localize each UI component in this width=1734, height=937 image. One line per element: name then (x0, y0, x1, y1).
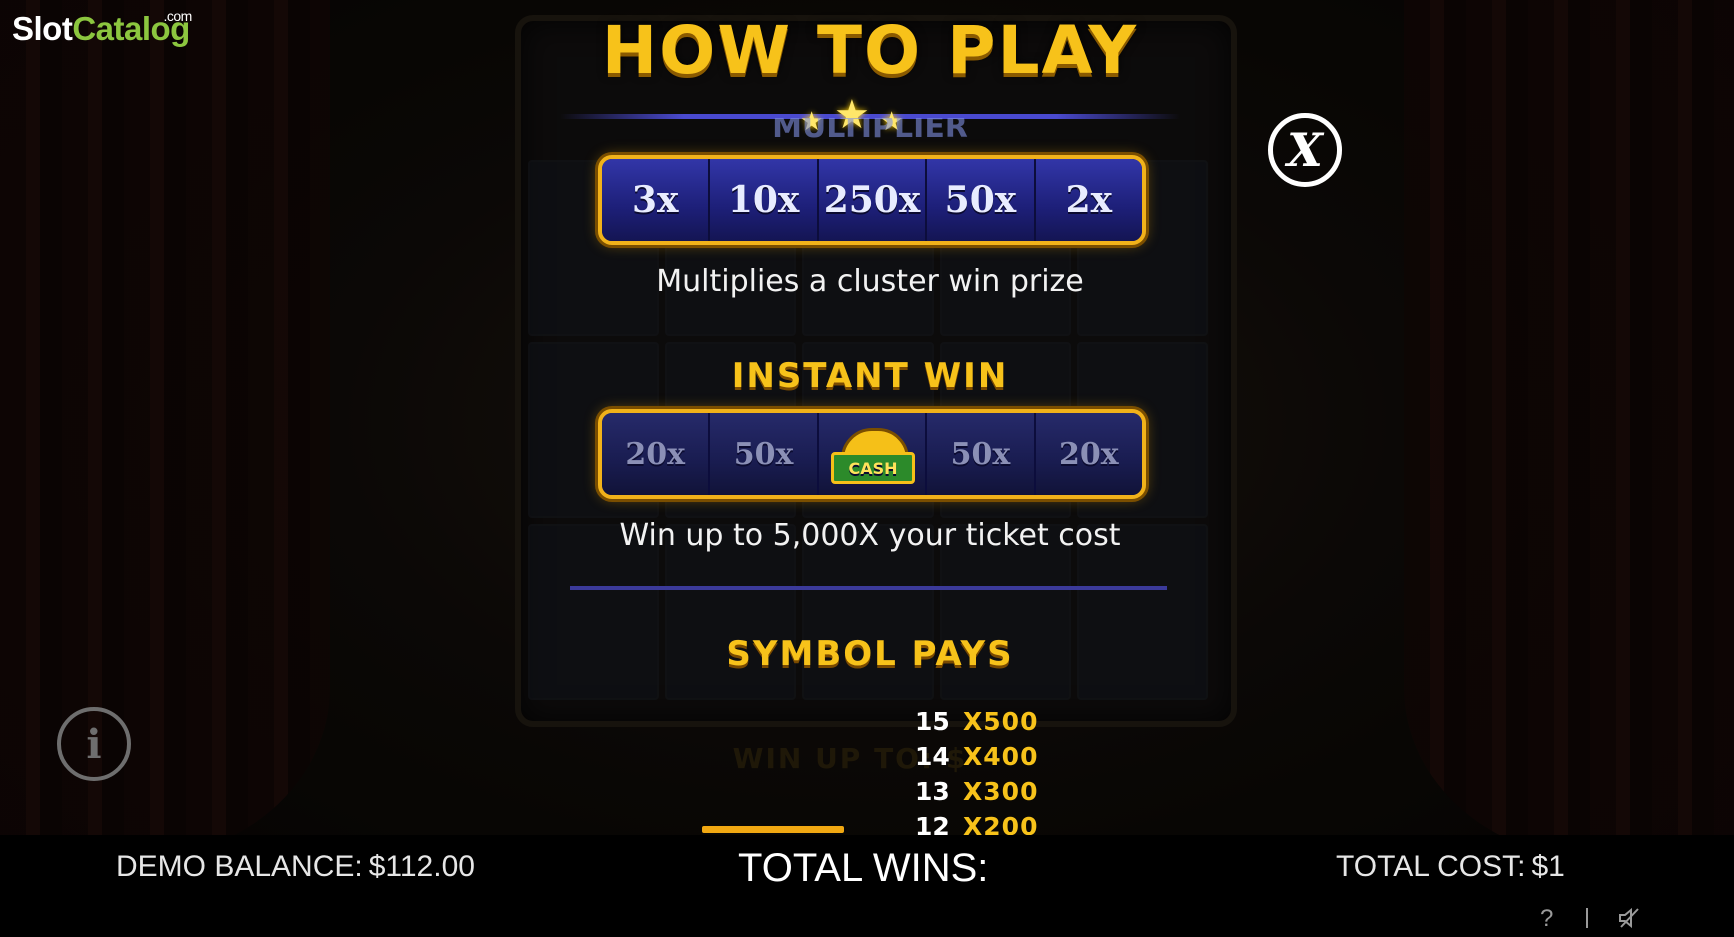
multiplier-strip: 3x 10x 250x 50x 2x (598, 155, 1146, 245)
symbol-pays-bar (702, 826, 844, 833)
multiplier-section-title: MULTIPLIER (772, 118, 968, 138)
pay-count: 15 (915, 707, 950, 736)
slotcatalog-logo: SlotCatalog .com (12, 8, 192, 47)
instant-win-cell: 50x (710, 413, 819, 495)
multiplier-cell: 250x (818, 159, 928, 241)
info-icon: i (86, 720, 102, 768)
pay-row: 14 X400 (915, 739, 1075, 774)
sound-muted-icon[interactable] (1618, 906, 1640, 930)
instant-win-title: INSTANT WIN (731, 356, 1009, 396)
instant-win-strip: 20x 50x CASH 50x 20x (598, 409, 1146, 499)
help-icon[interactable]: ? (1540, 905, 1553, 933)
total-wins-label: TOTAL WINS: (738, 846, 989, 890)
multiplier-cell: 2x (1035, 159, 1142, 241)
instant-win-cell: 20x (602, 413, 711, 495)
pay-count: 14 (915, 742, 950, 771)
pay-multiplier: X300 (963, 777, 1039, 806)
demo-balance-label: DEMO BALANCE: (116, 850, 363, 883)
multiplier-cell: 10x (710, 159, 819, 241)
pay-count: 13 (915, 777, 950, 806)
multiplier-description: Multiplies a cluster win prize (656, 264, 1084, 299)
close-icon: X (1287, 123, 1323, 177)
pay-row: 13 X300 (915, 774, 1075, 809)
demo-balance: DEMO BALANCE: $112.00 (116, 850, 475, 884)
page-title: HOW TO PLAY (601, 12, 1139, 89)
instant-win-cell: 50x (927, 413, 1036, 495)
footer-separator (1586, 908, 1588, 928)
close-button[interactable]: X (1268, 113, 1342, 187)
pay-multiplier: X500 (963, 707, 1039, 736)
demo-balance-value: $112.00 (368, 850, 475, 883)
pay-multiplier: X400 (963, 742, 1039, 771)
total-cost: TOTAL COST: $1 (1336, 850, 1565, 884)
instant-win-cash-cell: CASH (818, 413, 928, 495)
pay-row: 15 X500 (915, 704, 1075, 739)
info-button[interactable]: i (57, 707, 131, 781)
multiplier-cell: 3x (602, 159, 711, 241)
total-cost-value: $1 (1531, 850, 1565, 883)
section-divider (570, 586, 1167, 590)
multiplier-cell: 50x (927, 159, 1036, 241)
cash-icon: CASH (831, 428, 916, 484)
symbol-pays-title: SYMBOL PAYS (726, 634, 1014, 674)
instant-win-cell: 20x (1035, 413, 1142, 495)
instant-win-description: Win up to 5,000X your ticket cost (619, 518, 1121, 553)
total-cost-label: TOTAL COST: (1336, 850, 1526, 883)
symbol-pays-table: 15 X500 14 X400 13 X300 12 X200 (915, 704, 1075, 844)
